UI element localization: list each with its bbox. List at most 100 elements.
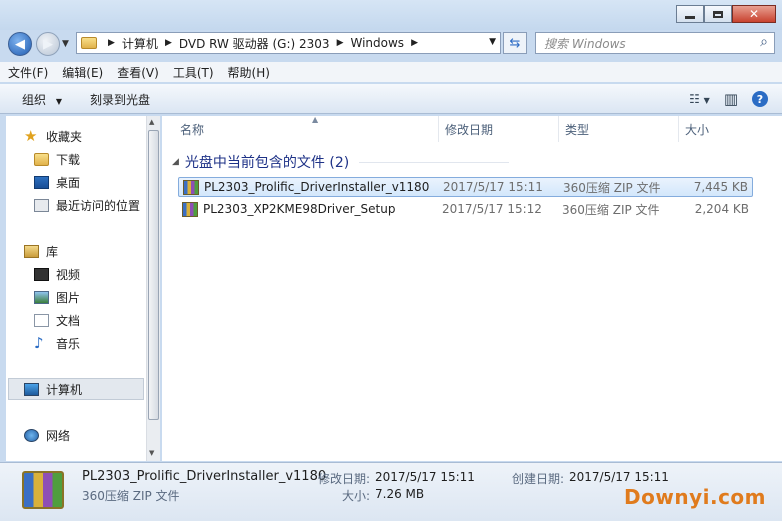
details-pane: PL2303_Prolific_DriverInstaller_v1180 36… [0, 462, 782, 521]
details-size-value: 7.26 MB [375, 487, 425, 501]
details-created-value: 2017/5/17 15:11 [569, 470, 669, 484]
nav-videos-label: 视频 [56, 267, 81, 282]
menu-tools[interactable]: 工具(T) [173, 64, 214, 81]
nav-libraries[interactable]: 库 [24, 241, 58, 261]
zip-archive-icon [183, 179, 199, 195]
window-controls: ✕ [676, 5, 776, 23]
preview-pane-button[interactable]: ▥ [724, 90, 738, 108]
scroll-up-icon[interactable]: ▲ [149, 118, 154, 126]
menu-view[interactable]: 查看(V) [117, 64, 159, 81]
nav-desktop[interactable]: 桌面 [34, 172, 80, 192]
file-name: PL2303_XP2KME98Driver_Setup [203, 202, 396, 216]
burn-to-disc-button[interactable]: 刻录到光盘 [90, 91, 150, 108]
nav-computer-label: 计算机 [46, 382, 83, 397]
pictures-icon [34, 290, 49, 304]
zip-archive-icon [182, 201, 198, 217]
file-row[interactable]: PL2303_XP2KME98Driver_Setup 2017/5/17 15… [178, 199, 753, 219]
column-name-label: 名称 [180, 122, 205, 137]
search-box[interactable]: 搜索 Windows ⌕ [535, 32, 775, 54]
address-bar[interactable]: ▶ 计算机 ▶ DVD RW 驱动器 (G:) 2303 ▶ Windows ▶… [76, 32, 501, 54]
navigation-row: ◀ ▶ ▼ ▶ 计算机 ▶ DVD RW 驱动器 (G:) 2303 ▶ Win… [0, 30, 782, 60]
details-file-type: 360压缩 ZIP 文件 [82, 489, 180, 503]
chevron-down-icon: ▼ [703, 96, 710, 105]
nav-scrollbar-thumb[interactable] [148, 130, 159, 420]
organize-label: 组织 [22, 93, 47, 107]
menu-edit[interactable]: 编辑(E) [62, 64, 103, 81]
column-header-type[interactable]: 类型 [558, 116, 678, 142]
nav-recent-places[interactable]: 最近访问的位置 [34, 195, 140, 215]
downloads-folder-icon [34, 152, 49, 166]
nav-favorites[interactable]: ★ 收藏夹 [24, 126, 82, 146]
nav-favorites-label: 收藏夹 [46, 129, 83, 144]
column-header-name[interactable]: 名称 ▲ [174, 115, 438, 142]
view-controls: ☷ ▼ ▥ ? [689, 90, 768, 108]
file-size: 2,204 KB [694, 202, 749, 216]
nav-documents[interactable]: 文档 [34, 310, 80, 330]
forward-button[interactable]: ▶ [36, 32, 60, 56]
file-list: 名称 ▲ 修改日期 类型 大小 ◢ 光盘中当前包含的文件 (2) PL2303_… [162, 115, 782, 461]
back-arrow-icon: ◀ [15, 36, 25, 52]
star-icon: ★ [24, 126, 38, 145]
organize-button[interactable]: 组织 ▼ [22, 91, 62, 108]
breadcrumb-dvd-drive[interactable]: DVD RW 驱动器 (G:) 2303 [179, 35, 330, 52]
sort-ascending-icon: ▲ [312, 115, 319, 124]
refresh-button[interactable]: ⇆ [503, 32, 527, 54]
folder-icon [81, 37, 97, 49]
back-button[interactable]: ◀ [8, 32, 32, 56]
maximize-icon [713, 10, 723, 18]
close-icon: ✕ [748, 7, 760, 21]
chevron-down-icon: ▼ [55, 97, 62, 106]
group-header[interactable]: ◢ 光盘中当前包含的文件 (2) [172, 152, 510, 172]
zip-archive-large-icon [22, 471, 64, 509]
column-type-label: 类型 [565, 122, 590, 137]
nav-pictures[interactable]: 图片 [34, 287, 80, 307]
group-divider [359, 161, 510, 163]
scroll-down-icon[interactable]: ▼ [149, 449, 154, 457]
maximize-button[interactable] [704, 5, 732, 23]
command-bar: 组织 ▼ 刻录到光盘 ☷ ▼ ▥ ? [0, 84, 782, 114]
file-size: 7,445 KB [693, 180, 748, 194]
close-button[interactable]: ✕ [732, 5, 776, 23]
breadcrumb-windows[interactable]: Windows [350, 36, 404, 50]
search-icon[interactable]: ⌕ [760, 34, 768, 50]
column-header-size[interactable]: 大小 [678, 116, 758, 142]
minimize-button[interactable] [676, 5, 704, 23]
details-created-label: 创建日期: [512, 472, 565, 486]
nav-network[interactable]: 网络 [24, 425, 70, 445]
column-size-label: 大小 [685, 122, 710, 137]
nav-music[interactable]: ♪ 音乐 [34, 333, 80, 353]
recent-pages-dropdown[interactable]: ▼ [62, 39, 69, 49]
change-view-button[interactable]: ☷ ▼ [689, 92, 710, 106]
view-list-icon: ☷ [689, 92, 700, 106]
nav-computer[interactable]: 计算机 [24, 379, 82, 399]
search-placeholder: 搜索 Windows [544, 36, 626, 51]
nav-libraries-label: 库 [46, 244, 59, 259]
preview-pane-icon: ▥ [723, 90, 738, 108]
libraries-icon [24, 244, 39, 258]
file-date: 2017/5/17 15:12 [442, 202, 542, 216]
breadcrumb-separator-icon[interactable]: ▶ [411, 38, 418, 48]
address-dropdown-icon[interactable]: ▼ [489, 37, 496, 47]
burn-label: 刻录到光盘 [90, 93, 151, 107]
help-button[interactable]: ? [752, 91, 768, 107]
file-type: 360压缩 ZIP 文件 [563, 180, 661, 195]
breadcrumb-separator-icon[interactable]: ▶ [337, 38, 344, 48]
menu-file[interactable]: 文件(F) [8, 64, 48, 81]
nav-downloads-label: 下载 [56, 152, 81, 167]
nav-documents-label: 文档 [56, 313, 81, 328]
network-icon [24, 428, 39, 442]
desktop-icon [34, 175, 49, 189]
breadcrumb-separator-icon[interactable]: ▶ [165, 38, 172, 48]
column-header-date[interactable]: 修改日期 [438, 116, 558, 142]
nav-network-label: 网络 [46, 428, 71, 443]
breadcrumb-separator-icon[interactable]: ▶ [108, 38, 115, 48]
nav-downloads[interactable]: 下载 [34, 149, 80, 169]
menu-help[interactable]: 帮助(H) [228, 64, 270, 81]
collapse-group-icon[interactable]: ◢ [172, 157, 179, 167]
file-row[interactable]: PL2303_Prolific_DriverInstaller_v1180 20… [178, 177, 753, 197]
documents-icon [34, 313, 49, 327]
refresh-icon: ⇆ [509, 35, 521, 51]
nav-videos[interactable]: 视频 [34, 264, 80, 284]
file-name: PL2303_Prolific_DriverInstaller_v1180 [204, 180, 430, 194]
breadcrumb-computer[interactable]: 计算机 [122, 35, 158, 52]
